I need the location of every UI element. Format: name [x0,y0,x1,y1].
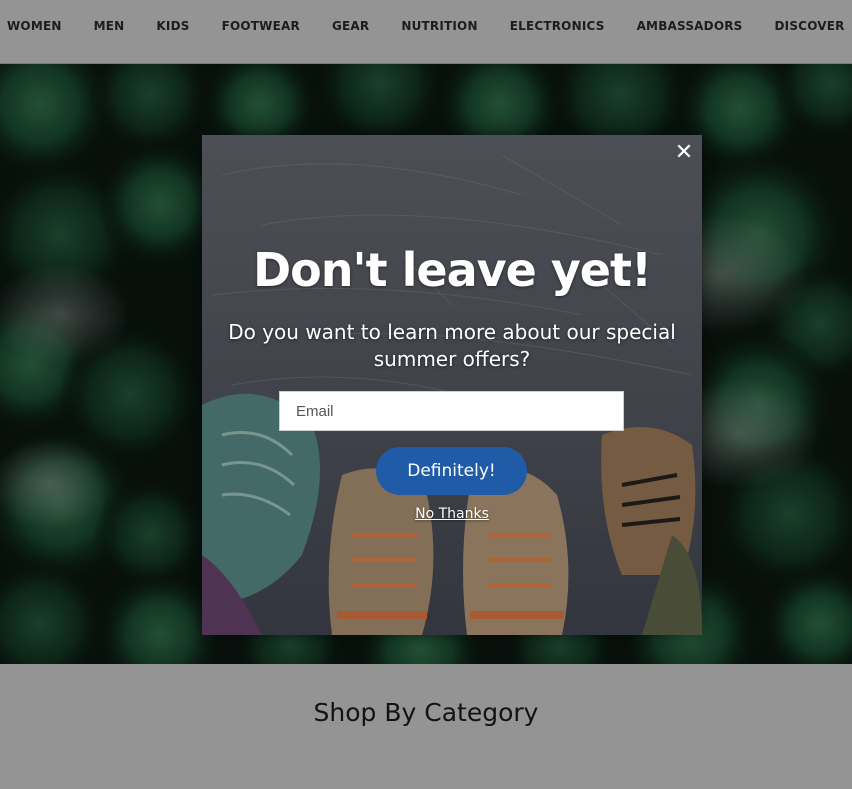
no-thanks-link[interactable]: No Thanks [392,506,512,522]
popup-heading: Don't leave yet! [253,243,652,297]
definitely-button[interactable]: Definitely! [376,447,527,495]
email-field[interactable] [279,391,624,431]
popup-subheading: Do you want to learn more about our spec… [228,320,676,371]
exit-intent-popup: ✕ Don't leave yet! Do you want to learn … [202,135,702,635]
popup-background-image [202,135,702,635]
close-icon[interactable]: ✕ [672,141,696,165]
